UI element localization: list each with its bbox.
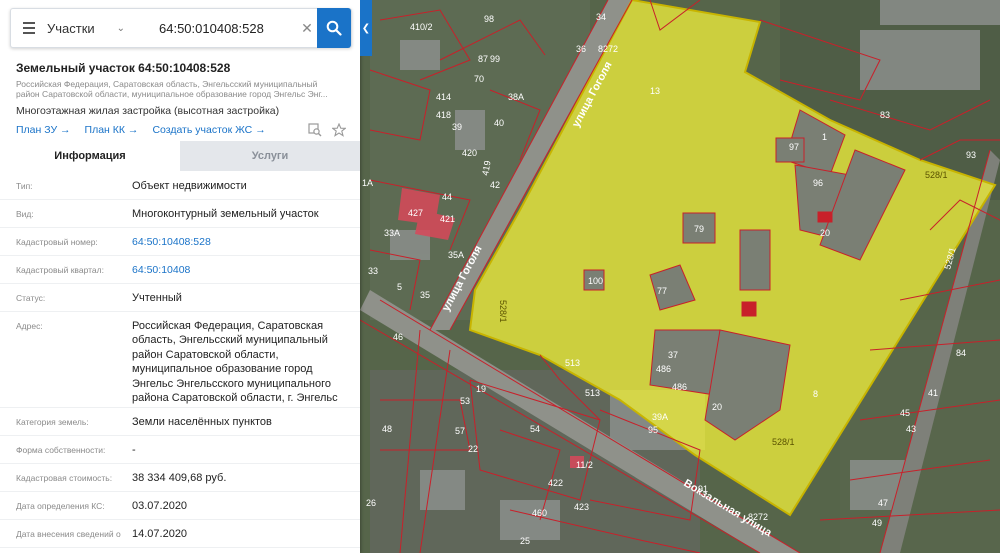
info-row-address: Адрес: Российская Федерация, Саратовская… <box>0 312 360 408</box>
cadastral-number-link[interactable]: 64:50:10408:528 <box>132 228 350 255</box>
search-object-icon[interactable] <box>308 123 322 137</box>
chevron-left-icon: ❮ <box>361 22 371 34</box>
cadastral-quarter-link[interactable]: 64:50:10408 <box>132 256 350 283</box>
chevron-down-icon: ⌄ <box>116 22 125 34</box>
info-value: Земли населённых пунктов <box>132 416 272 428</box>
search-icon <box>326 20 342 36</box>
info-row-ownership: Форма собственности: - <box>0 436 360 464</box>
object-address-short: Российская Федерация, Саратовская област… <box>16 79 328 99</box>
object-action-icons <box>308 123 346 137</box>
info-key: Кадастровая стоимость: <box>16 473 113 483</box>
info-key: Адрес: <box>16 321 43 331</box>
info-table: Тип: Объект недвижимости Вид: Многоконту… <box>0 172 360 548</box>
info-row-cadastral-value: Кадастровая стоимость: 38 334 409,68 руб… <box>0 464 360 492</box>
info-value: Учтенный <box>132 292 182 304</box>
info-value: Многоконтурный земельный участок <box>132 208 319 220</box>
info-key: Статус: <box>16 293 46 303</box>
object-permitted-use: Многоэтажная жилая застройка (высотная з… <box>16 105 280 117</box>
info-row-entry-date: Дата внесения сведений о 14.07.2020 <box>0 520 360 548</box>
search-button[interactable] <box>317 8 351 48</box>
info-row-value-date: Дата определения КС: 03.07.2020 <box>0 492 360 520</box>
info-key: Форма собственности: <box>16 445 106 455</box>
search-bar: Участки ⌄ 64:50:010408:528 ✕ <box>10 8 352 48</box>
info-key: Дата определения КС: <box>16 501 105 511</box>
info-row-cadastral-number: Кадастровый номер: 64:50:10408:528 <box>0 228 360 256</box>
search-input[interactable]: 64:50:010408:528 <box>135 21 297 36</box>
info-value: 38 334 409,68 руб. <box>132 472 227 484</box>
info-panel: Участки ⌄ 64:50:010408:528 ✕ Земельный у… <box>0 0 360 553</box>
info-value: 14.07.2020 <box>132 528 188 540</box>
info-key: Дата внесения сведений о <box>16 529 121 539</box>
info-key: Категория земель: <box>16 417 89 427</box>
info-row-cadastral-quarter: Кадастровый квартал: 64:50:10408 <box>0 256 360 284</box>
info-row-status: Статус: Учтенный <box>0 284 360 312</box>
info-value: Объект недвижимости <box>132 180 247 192</box>
object-title: Земельный участок 64:50:10408:528 <box>16 61 231 75</box>
collapse-panel-button[interactable]: ❮ <box>360 0 372 56</box>
tab-information[interactable]: Информация <box>0 141 180 171</box>
menu-icon[interactable] <box>11 8 47 48</box>
tab-services[interactable]: Услуги <box>180 141 360 171</box>
panel-tabs: Информация Услуги <box>0 141 360 171</box>
info-value: - <box>132 444 136 456</box>
info-key: Кадастровый номер: <box>16 237 98 247</box>
layer-select-value: Участки <box>47 20 95 36</box>
info-key: Вид: <box>16 209 34 219</box>
link-create-parcel[interactable]: Создать участок ЖС → <box>152 124 265 136</box>
star-icon[interactable] <box>332 123 346 137</box>
info-key: Тип: <box>16 181 33 191</box>
link-plan-kk[interactable]: План КК → <box>85 124 139 136</box>
info-row-type: Тип: Объект недвижимости <box>0 172 360 200</box>
link-plan-zu[interactable]: План ЗУ → <box>16 124 71 136</box>
info-row-land-category: Категория земель: Земли населённых пункт… <box>0 408 360 436</box>
clear-icon[interactable]: ✕ <box>297 20 317 37</box>
info-row-kind: Вид: Многоконтурный земельный участок <box>0 200 360 228</box>
layer-select[interactable]: Участки ⌄ <box>47 21 135 36</box>
info-value: 03.07.2020 <box>132 500 188 512</box>
info-key: Кадастровый квартал: <box>16 265 104 275</box>
object-links: План ЗУ → План КК → Создать участок ЖС → <box>16 123 346 137</box>
info-value: Российская Федерация, Саратовская област… <box>132 320 338 405</box>
